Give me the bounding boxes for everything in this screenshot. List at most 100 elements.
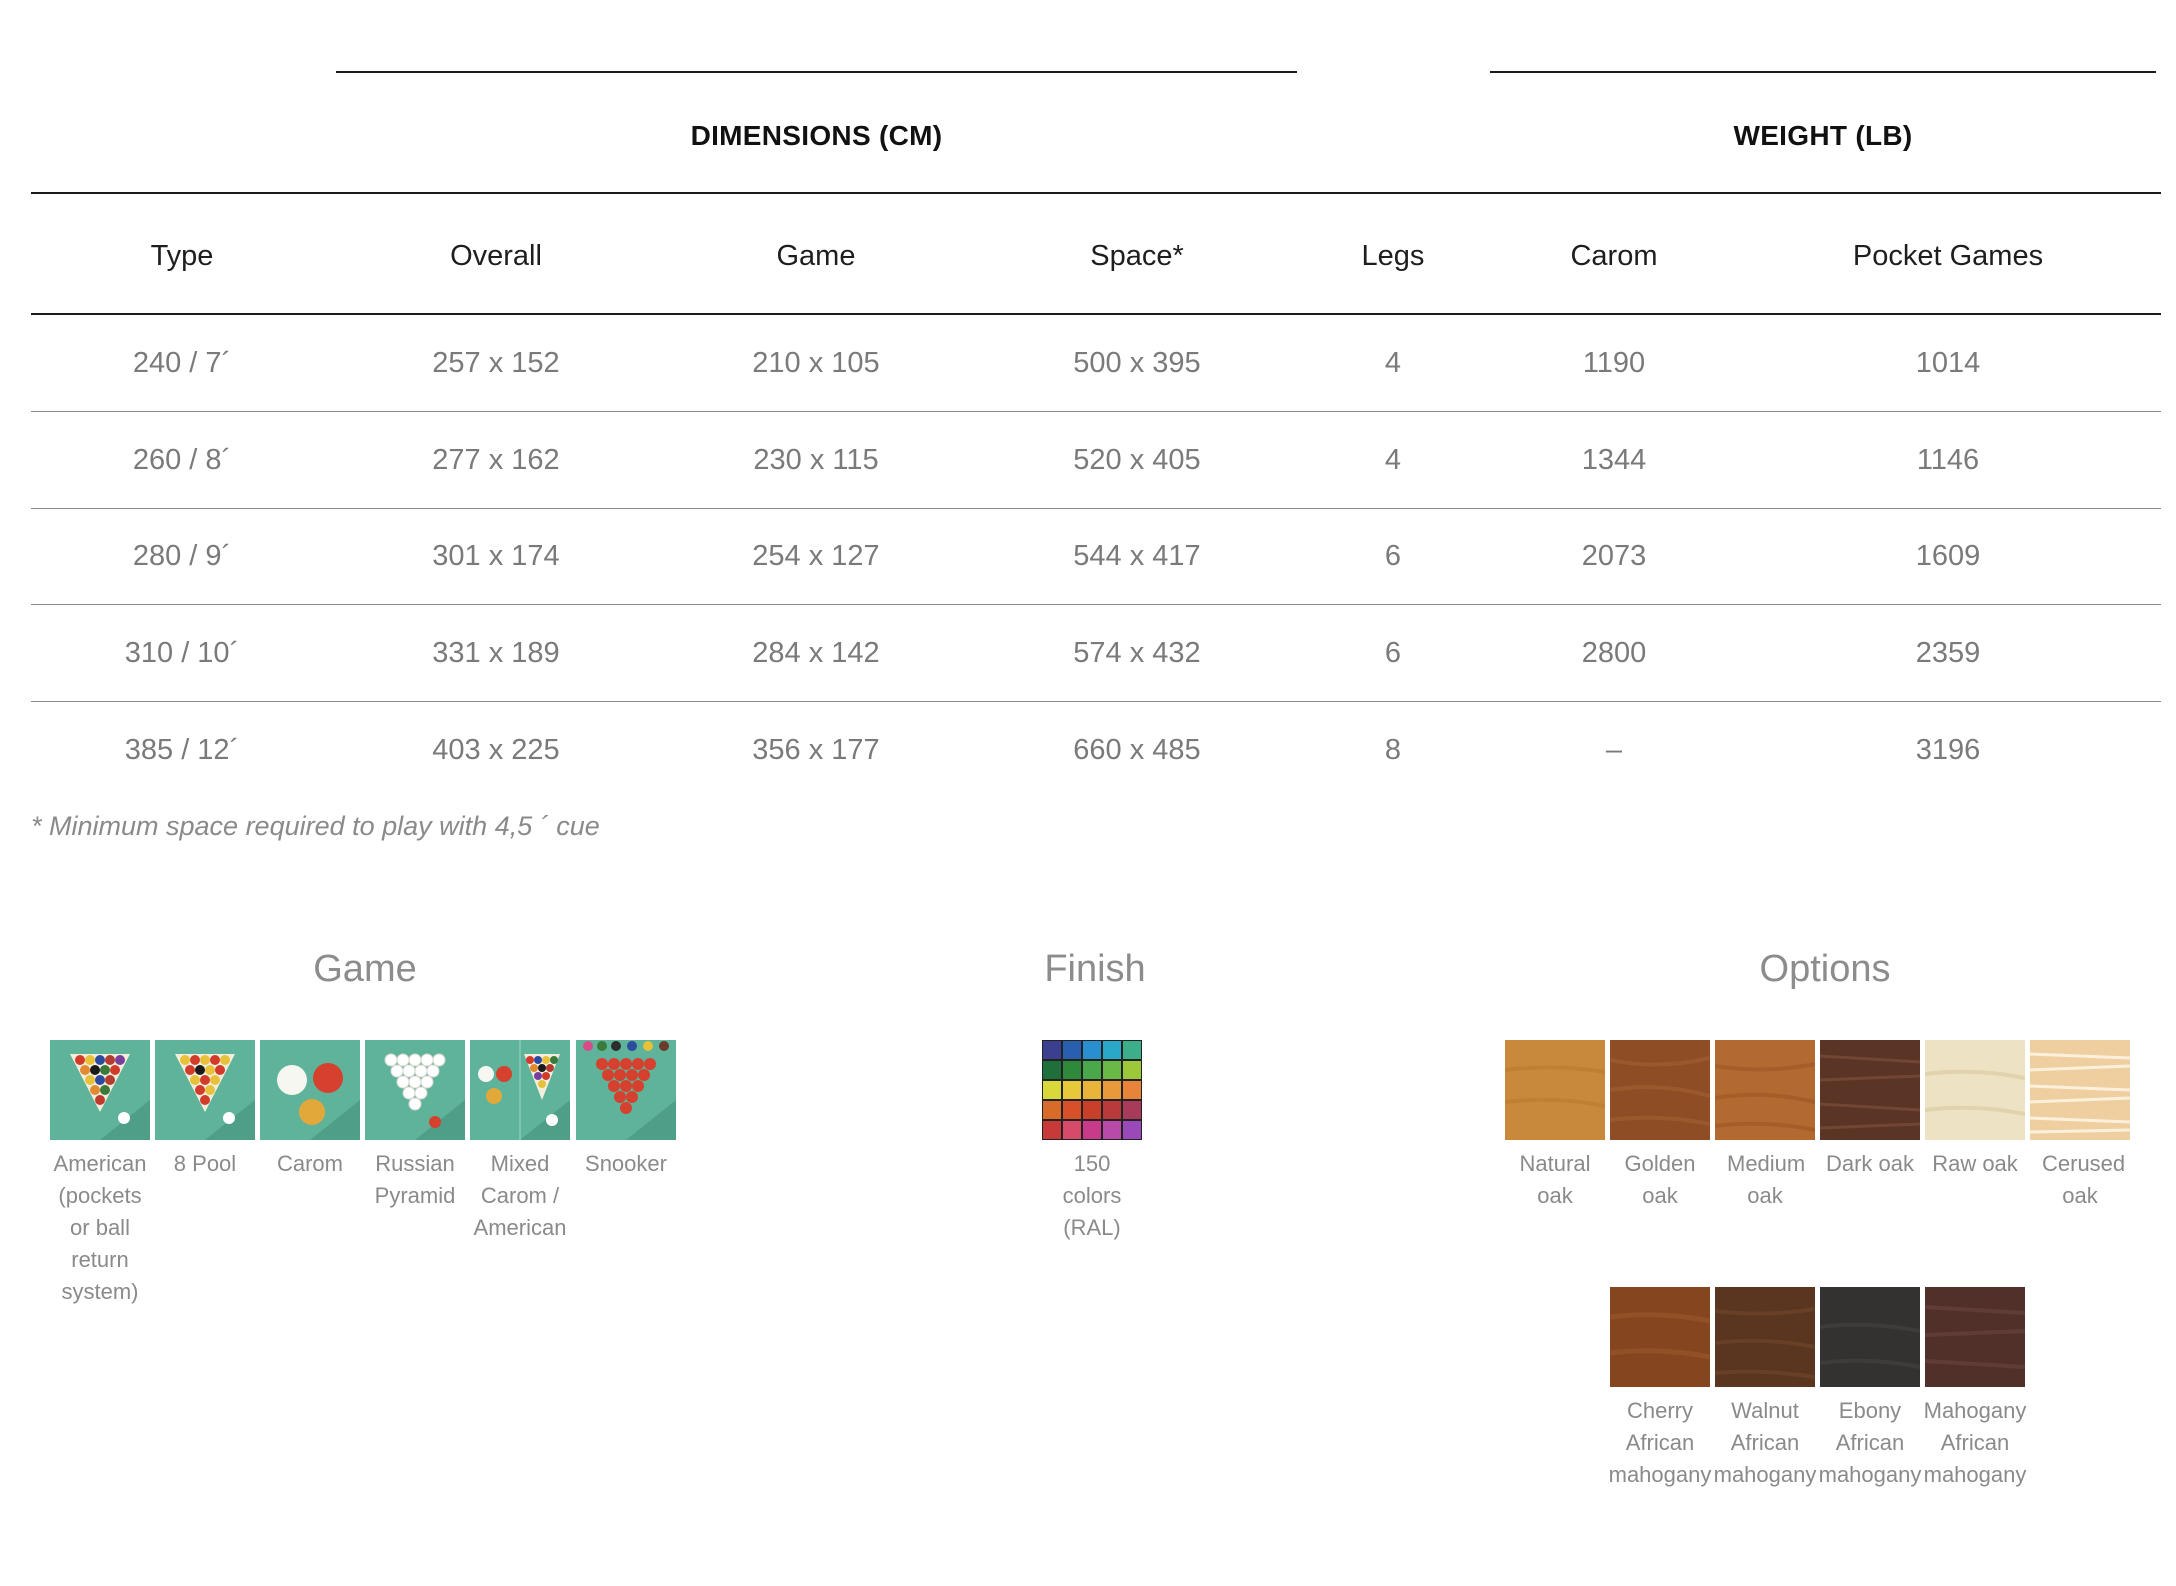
golden-oak-swatch: [1610, 1040, 1710, 1140]
ebony-african-mahogany-swatch: [1820, 1287, 1920, 1387]
option-ebony-african-mahogany: Ebony African mahogany: [1818, 1287, 1922, 1491]
mixed-carom-american-icon: [470, 1040, 570, 1140]
cell-space: 544 x 417: [1073, 540, 1201, 572]
raw-oak-swatch: [1925, 1040, 2025, 1140]
cell-legs: 8: [1384, 734, 1402, 766]
cell-game: 356 x 177: [752, 734, 880, 766]
option-natural-oak: Natural oak: [1503, 1040, 1607, 1212]
weight-group-title: WEIGHT (LB): [1733, 120, 1913, 151]
game-item-carom: Carom: [258, 1040, 362, 1180]
game-item-label: 8 Pool: [173, 1151, 237, 1176]
finish-item-ral-colors: 150 colors (RAL): [1040, 1040, 1144, 1244]
option-walnut-african-mahogany: Walnut African mahogany: [1713, 1287, 1817, 1491]
row-divider: [31, 508, 2161, 509]
option-label: Cerused oak: [2042, 1151, 2126, 1208]
column-header-space: Space*: [1090, 240, 1184, 272]
cell-pocket-games: 3196: [1915, 734, 1981, 766]
header-top-rule: [31, 192, 2161, 194]
cell-legs: 4: [1384, 444, 1402, 476]
finish-item-label: 150 colors (RAL): [1062, 1151, 1122, 1240]
option-cherry-african-mahogany: Cherry African mahogany: [1608, 1287, 1712, 1491]
option-raw-oak: Raw oak: [1923, 1040, 2027, 1180]
cell-space: 660 x 485: [1073, 734, 1201, 766]
game-item-8-pool: 8 Pool: [153, 1040, 257, 1180]
cell-legs: 4: [1384, 347, 1402, 379]
option-cerused-oak: Cerused oak: [2028, 1040, 2132, 1212]
cell-space: 520 x 405: [1073, 444, 1201, 476]
cell-carom: –: [1605, 734, 1623, 766]
column-header-game: Game: [776, 240, 856, 272]
cell-pocket-games: 1014: [1915, 347, 1981, 379]
row-divider: [31, 411, 2161, 412]
game-item-label: American (pockets or ball return system): [53, 1151, 147, 1304]
header-bottom-rule: [31, 313, 2161, 315]
column-header-carom: Carom: [1570, 240, 1658, 272]
dimensions-top-rule: [336, 71, 1297, 73]
game-item-label: Carom: [276, 1151, 343, 1176]
cell-type: 240 / 7´: [132, 347, 232, 379]
row-divider: [31, 604, 2161, 605]
option-label: Walnut African mahogany: [1713, 1398, 1817, 1487]
game-item-label: Snooker: [585, 1151, 667, 1176]
walnut-african-mahogany-swatch: [1715, 1287, 1815, 1387]
section-title-game: Game: [313, 948, 417, 990]
cell-carom: 1344: [1581, 444, 1647, 476]
mahogany-african-mahogany-swatch: [1925, 1287, 2025, 1387]
option-label: Golden oak: [1624, 1151, 1696, 1208]
snooker-icon: [576, 1040, 676, 1140]
option-label: Raw oak: [1932, 1151, 2018, 1176]
dimensions-group-title: DIMENSIONS (CM): [690, 120, 943, 151]
natural-oak-swatch: [1505, 1040, 1605, 1140]
cell-game: 230 x 115: [753, 444, 879, 476]
option-label: Natural oak: [1519, 1151, 1591, 1208]
cell-overall: 331 x 189: [432, 637, 560, 669]
column-header-pocket-games: Pocket Games: [1852, 240, 2044, 272]
column-header-type: Type: [150, 240, 214, 272]
carom-icon: [260, 1040, 360, 1140]
eight-pool-icon: [155, 1040, 255, 1140]
cell-overall: 301 x 174: [432, 540, 560, 572]
option-dark-oak: Dark oak: [1818, 1040, 1922, 1180]
game-item-mixed: Mixed Carom / American: [468, 1040, 572, 1244]
cell-overall: 403 x 225: [432, 734, 560, 766]
weight-top-rule: [1490, 71, 2156, 73]
cell-space: 500 x 395: [1073, 347, 1201, 379]
column-header-legs: Legs: [1361, 240, 1425, 272]
option-label: Cherry African mahogany: [1608, 1398, 1712, 1487]
option-label: Ebony African mahogany: [1818, 1398, 1922, 1487]
game-item-russian-pyramid: Russian Pyramid: [363, 1040, 467, 1212]
game-item-label: Mixed Carom / American: [473, 1151, 567, 1240]
option-label: Medium oak: [1727, 1151, 1806, 1208]
dark-oak-swatch: [1820, 1040, 1920, 1140]
cell-game: 210 x 105: [752, 347, 880, 379]
option-label: Dark oak: [1825, 1151, 1915, 1176]
column-header-overall: Overall: [450, 240, 542, 272]
cell-legs: 6: [1384, 637, 1402, 669]
cell-space: 574 x 432: [1073, 637, 1201, 669]
game-item-snooker: Snooker: [574, 1040, 678, 1180]
cell-game: 254 x 127: [752, 540, 880, 572]
american-billiards-icon: [50, 1040, 150, 1140]
cell-type: 310 / 10´: [124, 637, 240, 669]
cell-carom: 1190: [1582, 347, 1646, 379]
game-item-label: Russian Pyramid: [374, 1151, 456, 1208]
cell-overall: 277 x 162: [432, 444, 560, 476]
cell-pocket-games: 2359: [1915, 637, 1981, 669]
ral-color-grid-icon: [1042, 1040, 1142, 1140]
cell-type: 280 / 9´: [132, 540, 232, 572]
cell-type: 260 / 8´: [132, 444, 232, 476]
cell-legs: 6: [1384, 540, 1402, 572]
space-footnote: * Minimum space required to play with 4,…: [31, 811, 600, 841]
cherry-african-mahogany-swatch: [1610, 1287, 1710, 1387]
option-label: Mahogany African mahogany: [1923, 1398, 2027, 1487]
section-title-finish: Finish: [1044, 948, 1146, 990]
option-golden-oak: Golden oak: [1608, 1040, 1712, 1212]
cell-carom: 2800: [1581, 637, 1647, 669]
option-medium-oak: Medium oak: [1713, 1040, 1817, 1212]
section-title-options: Options: [1759, 948, 1891, 990]
cerused-oak-swatch: [2030, 1040, 2130, 1140]
cell-type: 385 / 12´: [124, 734, 240, 766]
russian-pyramid-icon: [365, 1040, 465, 1140]
medium-oak-swatch: [1715, 1040, 1815, 1140]
game-item-american: American (pockets or ball return system): [48, 1040, 152, 1308]
